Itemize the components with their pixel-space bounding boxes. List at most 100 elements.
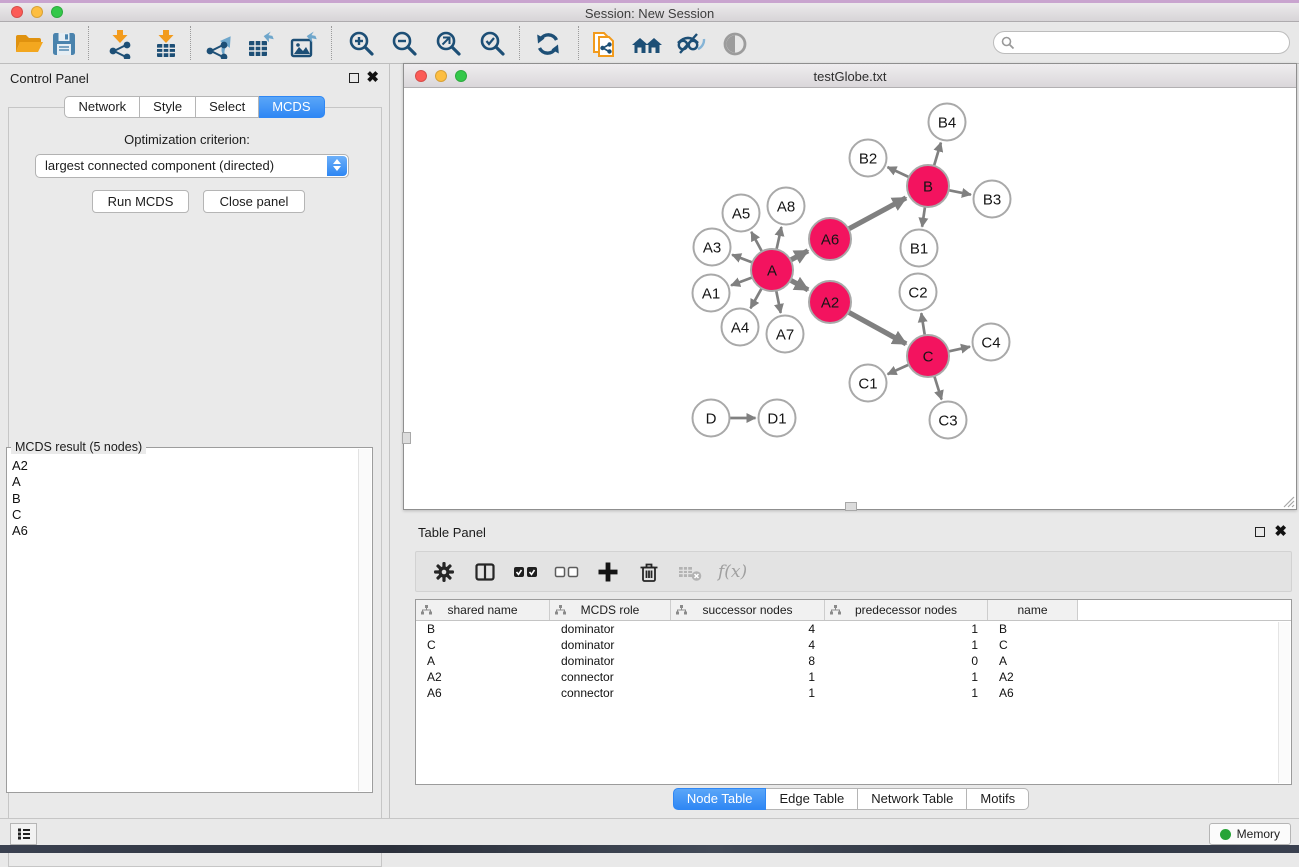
criterion-select[interactable]: largest connected component (directed)	[35, 154, 349, 178]
search-field[interactable]	[993, 31, 1290, 54]
table-row[interactable]: A2connector11A2	[416, 669, 1291, 685]
column-header-predecessor-nodes[interactable]: predecessor nodes	[825, 600, 988, 620]
edge-A-A3[interactable]	[732, 255, 752, 263]
cell-mcds-role[interactable]: dominator	[550, 653, 671, 669]
edge-B-B2[interactable]	[888, 167, 910, 177]
column-header-successor-nodes[interactable]: successor nodes	[671, 600, 825, 620]
settings-gear-button[interactable]	[431, 559, 457, 585]
cell-predecessor-nodes[interactable]: 0	[825, 653, 988, 669]
mcds-result-item[interactable]: A	[12, 474, 358, 490]
mcds-result-list[interactable]: A2ABCA6	[8, 455, 358, 791]
run-mcds-button[interactable]: Run MCDS	[92, 190, 189, 213]
column-header-mcds-role[interactable]: MCDS role	[550, 600, 671, 620]
cell-successor-nodes[interactable]: 4	[671, 621, 825, 637]
node-D[interactable]: D	[693, 400, 730, 437]
node-C4[interactable]: C4	[973, 324, 1010, 361]
duplicate-network-button[interactable]	[586, 26, 624, 61]
node-C3[interactable]: C3	[930, 402, 967, 439]
edge-C-C4[interactable]	[949, 347, 971, 352]
mcds-list-scrollbar[interactable]	[358, 449, 371, 791]
cell-predecessor-nodes[interactable]: 1	[825, 669, 988, 685]
import-network-button[interactable]	[101, 26, 139, 61]
cell-successor-nodes[interactable]: 1	[671, 669, 825, 685]
export-table-button[interactable]	[242, 26, 280, 61]
node-A8[interactable]: A8	[768, 188, 805, 225]
show-columns-button[interactable]	[472, 559, 498, 585]
table-tab-edge-table[interactable]: Edge Table	[766, 788, 858, 810]
table-tab-motifs[interactable]: Motifs	[967, 788, 1029, 810]
memory-button[interactable]: Memory	[1209, 823, 1291, 845]
delete-table-button[interactable]	[677, 559, 703, 585]
cell-predecessor-nodes[interactable]: 1	[825, 621, 988, 637]
table-row[interactable]: A6connector11A6	[416, 685, 1291, 701]
cell-mcds-role[interactable]: connector	[550, 669, 671, 685]
add-column-button[interactable]	[595, 559, 621, 585]
table-close-icon[interactable]: ✖	[1274, 526, 1287, 538]
delete-column-button[interactable]	[636, 559, 662, 585]
tab-network[interactable]: Network	[64, 96, 140, 118]
task-history-button[interactable]	[10, 823, 37, 845]
close-panel-icon[interactable]: ✖	[366, 72, 379, 84]
zoom-in-button[interactable]	[342, 26, 380, 61]
select-all-button[interactable]	[513, 559, 539, 585]
cell-name[interactable]: B	[988, 621, 1078, 637]
edge-B-B3[interactable]	[949, 190, 971, 195]
cell-name[interactable]: A	[988, 653, 1078, 669]
open-file-button[interactable]	[10, 26, 48, 61]
node-B4[interactable]: B4	[929, 104, 966, 141]
zoom-out-button[interactable]	[385, 26, 423, 61]
node-B2[interactable]: B2	[850, 140, 887, 177]
function-builder-button[interactable]: f(x)	[718, 559, 747, 585]
cell-name[interactable]: A6	[988, 685, 1078, 701]
cell-mcds-role[interactable]: dominator	[550, 637, 671, 653]
zoom-fit-button[interactable]	[429, 26, 467, 61]
node-B[interactable]: B	[907, 165, 949, 207]
edge-C-C2[interactable]	[921, 313, 925, 335]
window-resize-grip-left[interactable]	[402, 432, 411, 444]
network-window-titlebar[interactable]: testGlobe.txt	[404, 64, 1296, 88]
cell-shared-name[interactable]: C	[416, 637, 550, 653]
window-resize-corner[interactable]	[1281, 494, 1295, 508]
cell-successor-nodes[interactable]: 4	[671, 637, 825, 653]
cell-shared-name[interactable]: A	[416, 653, 550, 669]
edge-A6-B[interactable]	[849, 198, 907, 229]
node-A4[interactable]: A4	[722, 309, 759, 346]
table-tab-network-table[interactable]: Network Table	[858, 788, 967, 810]
edge-C-C1[interactable]	[888, 365, 909, 375]
cell-successor-nodes[interactable]: 8	[671, 653, 825, 669]
node-C2[interactable]: C2	[900, 274, 937, 311]
cell-shared-name[interactable]: A2	[416, 669, 550, 685]
node-A2[interactable]: A2	[809, 281, 851, 323]
table-row[interactable]: Adominator80A	[416, 653, 1291, 669]
node-C1[interactable]: C1	[850, 365, 887, 402]
node-D1[interactable]: D1	[759, 400, 796, 437]
import-table-button[interactable]	[147, 26, 185, 61]
cell-predecessor-nodes[interactable]: 1	[825, 685, 988, 701]
cell-successor-nodes[interactable]: 1	[671, 685, 825, 701]
tab-select[interactable]: Select	[196, 96, 259, 118]
edge-A2-C[interactable]	[848, 312, 906, 344]
export-image-button[interactable]	[285, 26, 323, 61]
edge-A-A7[interactable]	[776, 291, 781, 313]
hide-details-button[interactable]	[672, 26, 710, 61]
node-A[interactable]: A	[751, 249, 793, 291]
cell-mcds-role[interactable]: dominator	[550, 621, 671, 637]
window-resize-grip-bottom[interactable]	[845, 502, 857, 511]
node-A5[interactable]: A5	[723, 195, 760, 232]
node-C[interactable]: C	[907, 335, 949, 377]
table-scrollbar[interactable]	[1278, 622, 1290, 783]
table-float-icon[interactable]	[1255, 527, 1265, 537]
edge-A-A8[interactable]	[777, 227, 782, 250]
edge-B-B4[interactable]	[934, 143, 941, 166]
refresh-button[interactable]	[529, 26, 567, 61]
save-session-button[interactable]	[45, 26, 83, 61]
cell-name[interactable]: A2	[988, 669, 1078, 685]
edge-A-A1[interactable]	[731, 277, 752, 285]
node-B3[interactable]: B3	[974, 181, 1011, 218]
zoom-selected-button[interactable]	[473, 26, 511, 61]
table-tab-node-table[interactable]: Node Table	[673, 788, 767, 810]
node-A1[interactable]: A1	[693, 275, 730, 312]
table-row[interactable]: Bdominator41B	[416, 621, 1291, 637]
tab-mcds[interactable]: MCDS	[259, 96, 324, 118]
cell-name[interactable]: C	[988, 637, 1078, 653]
